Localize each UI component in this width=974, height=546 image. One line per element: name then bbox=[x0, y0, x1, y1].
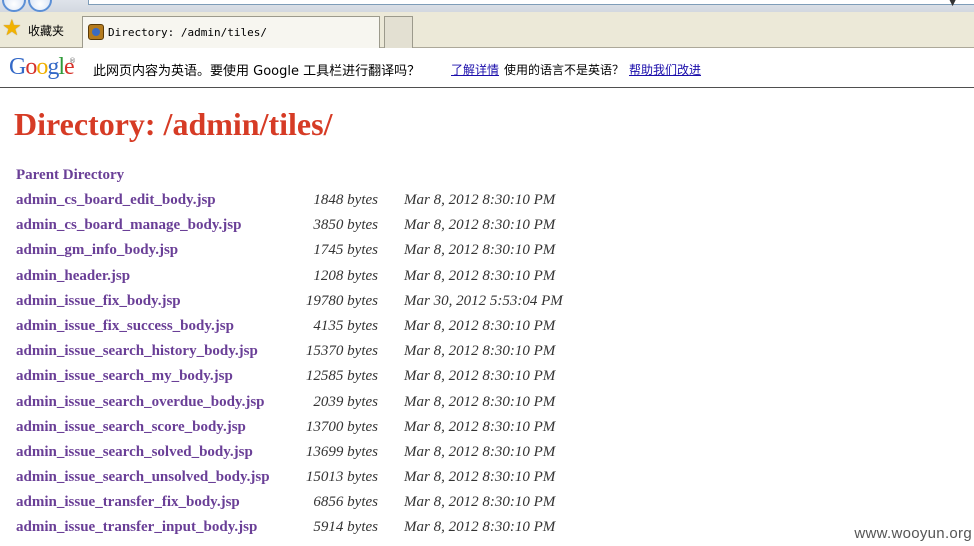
file-link[interactable]: admin_issue_search_score_body.jsp bbox=[16, 419, 246, 436]
address-bar[interactable]: ▼ bbox=[88, 0, 974, 8]
file-link[interactable]: admin_issue_search_history_body.jsp bbox=[16, 343, 258, 360]
table-row: admin_issue_fix_body.jsp 19780 bytes Mar 3… bbox=[0, 293, 974, 318]
file-size: 1745 bytes bbox=[313, 242, 378, 259]
file-size: 1848 bytes bbox=[313, 192, 378, 208]
translate-message: 此网页内容为英语。要使用 Google 工具栏进行翻译吗？ bbox=[93, 64, 421, 79]
file-link[interactable]: admin_issue_transfer_input_body.jsp bbox=[16, 519, 257, 536]
file-size: 13700 bytes bbox=[305, 418, 378, 435]
file-date: Mar 8, 2012 8:30:10 PM bbox=[404, 393, 556, 410]
table-row: admin_issue_search_my_body.jsp 12585 byte… bbox=[0, 368, 974, 393]
trademark-mark: ® bbox=[69, 57, 76, 65]
table-row: admin_issue_search_overdue_body.jsp 2039 … bbox=[0, 394, 974, 419]
file-date: Mar 8, 2012 8:30:10 PM bbox=[404, 469, 556, 486]
file-link[interactable]: admin_issue_search_solved_body.jsp bbox=[16, 444, 253, 461]
file-listing: admin_cs_board_edit_body.jsp 1848 bytes Ma… bbox=[0, 192, 974, 545]
file-date: Mar 8, 2012 8:30:10 PM bbox=[404, 418, 556, 435]
favorites-label[interactable]: 收藏夹 bbox=[28, 22, 64, 39]
file-size: 13699 bytes bbox=[305, 443, 378, 460]
file-size: 6856 bytes bbox=[313, 494, 378, 511]
table-row: admin_issue_search_unsolved_body.jsp 1501… bbox=[0, 469, 974, 494]
site-favicon-icon bbox=[88, 24, 104, 40]
table-row: admin_issue_transfer_input_body.jsp 5914 … bbox=[0, 519, 974, 544]
file-size: 1208 bytes bbox=[313, 267, 378, 284]
file-link[interactable]: admin_issue_search_overdue_body.jsp bbox=[16, 394, 265, 411]
new-tab-button[interactable] bbox=[384, 16, 413, 48]
forward-button[interactable] bbox=[28, 0, 52, 12]
file-link[interactable]: admin_issue_fix_body.jsp bbox=[16, 293, 181, 310]
table-row: admin_issue_fix_success_body.jsp 4135 byt… bbox=[0, 318, 974, 343]
file-date: Mar 8, 2012 8:30:10 PM bbox=[404, 192, 556, 208]
file-size: 5914 bytes bbox=[313, 519, 378, 536]
file-size: 19780 bytes bbox=[305, 292, 378, 309]
file-date: Mar 8, 2012 8:30:10 PM bbox=[404, 443, 556, 460]
address-dropdown-icon[interactable]: ▼ bbox=[949, 0, 956, 8]
file-date: Mar 8, 2012 8:30:10 PM bbox=[404, 267, 556, 284]
file-date: Mar 8, 2012 8:30:10 PM bbox=[404, 343, 556, 360]
table-row: admin_cs_board_edit_body.jsp 1848 bytes Ma… bbox=[0, 192, 974, 217]
parent-directory-link[interactable]: Parent Directory bbox=[16, 167, 124, 184]
favorites-star-icon[interactable]: ★ bbox=[2, 18, 22, 40]
file-link[interactable]: admin_gm_info_body.jsp bbox=[16, 242, 178, 259]
learn-more-link[interactable]: 了解详情 bbox=[451, 61, 499, 78]
file-date: Mar 8, 2012 8:30:10 PM bbox=[404, 494, 556, 511]
file-link[interactable]: admin_issue_transfer_fix_body.jsp bbox=[16, 494, 240, 511]
back-button[interactable] bbox=[2, 0, 26, 12]
tab-title: Directory: /admin/tiles/ bbox=[108, 26, 267, 39]
table-row: admin_issue_search_history_body.jsp 15370… bbox=[0, 343, 974, 368]
file-size: 2039 bytes bbox=[313, 393, 378, 410]
file-link[interactable]: admin_issue_fix_success_body.jsp bbox=[16, 318, 234, 335]
file-size: 4135 bytes bbox=[313, 317, 378, 334]
file-date: Mar 8, 2012 8:30:10 PM bbox=[404, 519, 556, 536]
file-size: 12585 bytes bbox=[305, 368, 378, 385]
file-date: Mar 8, 2012 8:30:10 PM bbox=[404, 217, 556, 234]
not-english-text: 使用的语言不是英语？ bbox=[504, 63, 625, 77]
file-date: Mar 8, 2012 8:30:10 PM bbox=[404, 242, 556, 259]
browser-toolbar: ▼ bbox=[0, 0, 974, 12]
file-link[interactable]: admin_issue_search_my_body.jsp bbox=[16, 368, 233, 385]
file-size: 3850 bytes bbox=[313, 217, 378, 234]
file-link[interactable]: admin_issue_search_unsolved_body.jsp bbox=[16, 469, 270, 486]
table-row: admin_cs_board_manage_body.jsp 3850 bytes… bbox=[0, 217, 974, 242]
file-link[interactable]: admin_cs_board_manage_body.jsp bbox=[16, 217, 241, 234]
file-date: Mar 8, 2012 8:30:10 PM bbox=[404, 317, 556, 334]
table-row: admin_gm_info_body.jsp 1745 bytes Mar 8, 2… bbox=[0, 242, 974, 267]
table-row: admin_issue_search_solved_body.jsp 13699 … bbox=[0, 444, 974, 469]
watermark: www.wooyun.org bbox=[854, 525, 972, 542]
help-improve-link[interactable]: 帮助我们改进 bbox=[629, 61, 701, 78]
tab-directory[interactable]: Directory: /admin/tiles/ bbox=[82, 16, 380, 48]
table-row: admin_header.jsp 1208 bytes Mar 8, 2012 8:… bbox=[0, 268, 974, 293]
table-row: admin_issue_transfer_fix_body.jsp 6856 by… bbox=[0, 494, 974, 519]
file-size: 15013 bytes bbox=[305, 469, 378, 486]
table-row: admin_issue_search_score_body.jsp 13700 b… bbox=[0, 419, 974, 444]
file-link[interactable]: admin_header.jsp bbox=[16, 268, 130, 285]
file-date: Mar 8, 2012 8:30:10 PM bbox=[404, 368, 556, 385]
google-translate-bar: Google ® 此网页内容为英语。要使用 Google 工具栏进行翻译吗？ 了… bbox=[0, 48, 974, 88]
file-size: 15370 bytes bbox=[305, 343, 378, 360]
tab-strip: ★ 收藏夹 Directory: /admin/tiles/ bbox=[0, 12, 974, 48]
page-title: Directory: /admin/tiles/ bbox=[14, 106, 333, 142]
file-link[interactable]: admin_cs_board_edit_body.jsp bbox=[16, 192, 216, 209]
file-date: Mar 30, 2012 5:53:04 PM bbox=[404, 292, 563, 309]
google-logo: Google bbox=[9, 54, 75, 80]
